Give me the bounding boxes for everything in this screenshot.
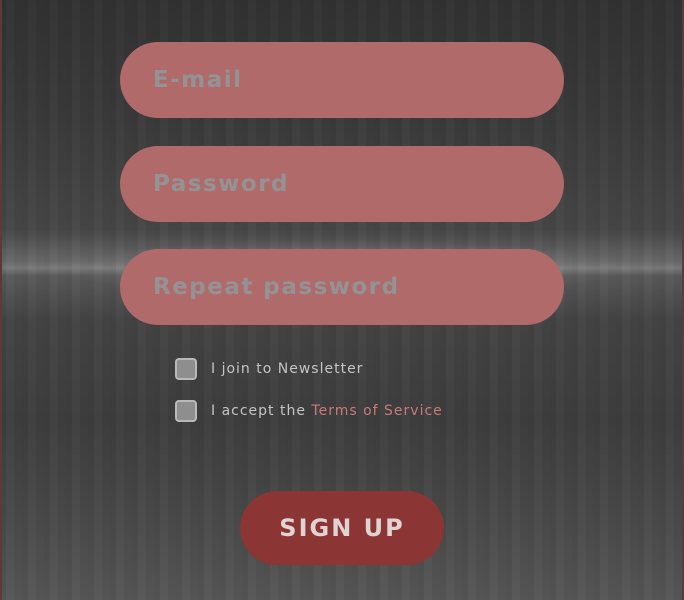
left-border (0, 0, 2, 600)
newsletter-checkbox[interactable] (175, 358, 197, 380)
repeat-password-placeholder: Repeat password (153, 274, 400, 300)
email-field[interactable]: E-mail (120, 42, 564, 118)
terms-prefix: I accept the (211, 403, 312, 419)
password-field[interactable]: Password (120, 146, 564, 222)
newsletter-label: I join to Newsletter (211, 361, 364, 377)
email-placeholder: E-mail (153, 67, 243, 93)
terms-of-service-link[interactable]: Terms of Service (311, 403, 442, 419)
newsletter-option: I join to Newsletter (175, 356, 363, 382)
terms-option: I accept the Terms of Service (175, 398, 443, 424)
repeat-password-field[interactable]: Repeat password (120, 249, 564, 325)
terms-checkbox[interactable] (175, 400, 197, 422)
sign-up-button[interactable]: SIGN UP (240, 491, 444, 565)
sign-up-label: SIGN UP (279, 514, 405, 542)
terms-label: I accept the Terms of Service (211, 403, 443, 419)
password-placeholder: Password (153, 171, 289, 197)
